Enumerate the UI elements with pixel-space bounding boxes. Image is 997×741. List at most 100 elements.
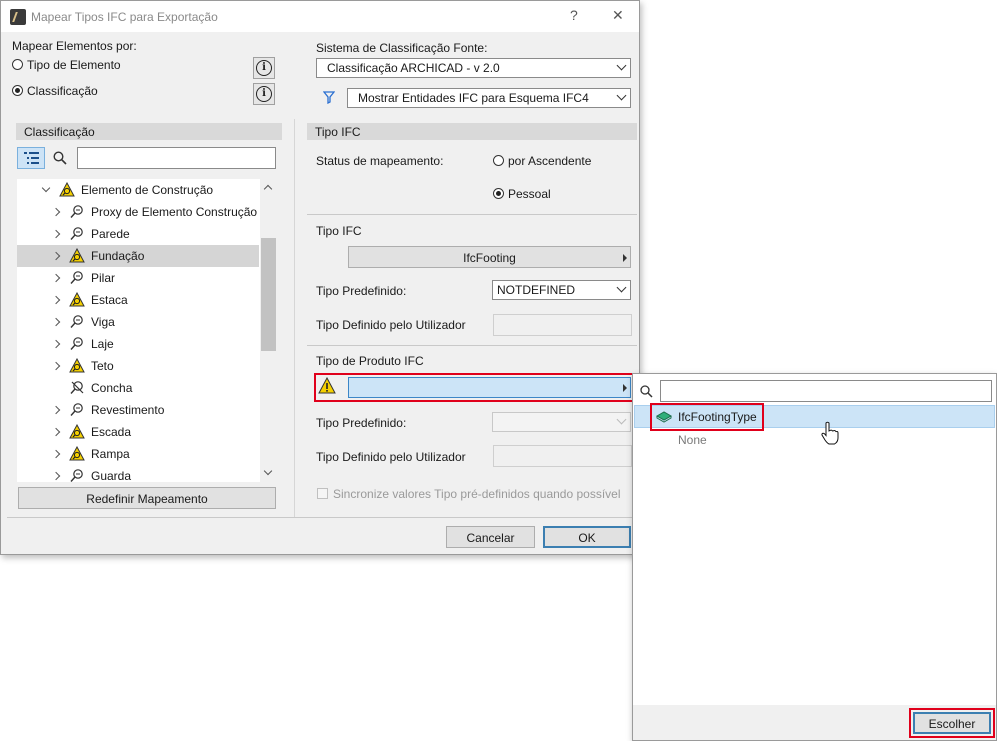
chevron-down-icon: [616, 414, 627, 425]
tree-item[interactable]: Estaca: [17, 289, 259, 311]
mapped-icon: [69, 226, 84, 241]
product-predefined-dropdown: [492, 412, 631, 432]
radio-element-type-label[interactable]: Tipo de Elemento: [27, 58, 121, 72]
predefined-type-label: Tipo Predefinido:: [316, 284, 407, 298]
classification-tree: Elemento de Construção Proxy de Elemento …: [17, 179, 260, 483]
tree-item-label: Rampa: [91, 447, 130, 461]
reset-mapping-button[interactable]: Redefinir Mapeamento: [18, 487, 276, 509]
cancel-button[interactable]: Cancelar: [446, 526, 535, 548]
radio-by-parent[interactable]: [493, 155, 504, 166]
caret-right-icon: [623, 254, 627, 262]
tree-item[interactable]: Laje: [17, 333, 259, 355]
unmapped-icon: [69, 380, 84, 395]
tree-item-label: Viga: [91, 315, 115, 329]
popup-item-label: IfcFootingType: [678, 410, 757, 424]
info-button-element-type[interactable]: i: [253, 57, 275, 79]
ifc-type-section-label: Tipo IFC: [316, 224, 362, 238]
user-defined-type-label: Tipo Definido pelo Utilizador: [316, 318, 466, 332]
mapped-icon: [69, 314, 84, 329]
schema-filter-value: Mostrar Entidades IFC para Esquema IFC4: [358, 91, 589, 105]
tree-item-label: Fundação: [91, 249, 145, 263]
chevron-down-icon[interactable]: [41, 183, 51, 193]
info-button-classification[interactable]: i: [253, 83, 275, 105]
predefined-type-dropdown[interactable]: NOTDEFINED: [492, 280, 631, 300]
mapped-icon: [69, 468, 84, 483]
chevron-right-icon[interactable]: [51, 471, 61, 481]
filter-icon: [323, 91, 335, 104]
help-button[interactable]: ?: [570, 7, 578, 23]
chevron-right-icon[interactable]: [51, 317, 61, 327]
tree-item[interactable]: Elemento de Construção: [17, 179, 259, 201]
info-icon: i: [256, 86, 272, 102]
source-system-label: Sistema de Classificação Fonte:: [316, 41, 488, 55]
sync-checkbox-label: Sincronize valores Tipo pré-definidos qu…: [333, 487, 621, 501]
tree-item[interactable]: Pilar: [17, 267, 259, 289]
tree-item-label: Estaca: [91, 293, 128, 307]
chevron-right-icon[interactable]: [51, 427, 61, 437]
radio-custom-label[interactable]: Pessoal: [508, 187, 551, 201]
warning-icon: [59, 181, 75, 197]
chevron-right-icon[interactable]: [51, 295, 61, 305]
tree-item[interactable]: Concha: [17, 377, 259, 399]
warning-icon: [69, 247, 85, 263]
radio-classification-label[interactable]: Classificação: [27, 84, 98, 98]
schema-filter-dropdown[interactable]: Mostrar Entidades IFC para Esquema IFC4: [347, 88, 631, 108]
choose-button[interactable]: Escolher: [913, 712, 991, 734]
chevron-right-icon[interactable]: [51, 449, 61, 459]
map-by-label: Mapear Elementos por:: [12, 39, 137, 53]
popup-item-none[interactable]: None: [678, 433, 707, 447]
tree-item[interactable]: Fundação: [17, 245, 259, 267]
user-defined-type-field: [493, 314, 632, 336]
tree-list-icon: [24, 152, 39, 164]
source-system-dropdown[interactable]: Classificação ARCHICAD - v 2.0: [316, 58, 631, 78]
ifc-product-type-popup: IfcFootingType None Escolher: [632, 373, 997, 741]
chevron-right-icon[interactable]: [51, 361, 61, 371]
chevron-right-icon[interactable]: [51, 251, 61, 261]
divider: [307, 345, 637, 346]
chevron-down-icon: [616, 282, 627, 293]
ifc-type-picker[interactable]: IfcFooting: [348, 246, 631, 268]
tree-item[interactable]: Revestimento: [17, 399, 259, 421]
scroll-down-icon[interactable]: [263, 466, 273, 476]
ifc-mapping-dialog: Mapear Tipos IFC para Exportação ? ✕ Map…: [0, 0, 640, 555]
mapped-icon: [69, 402, 84, 417]
warning-icon: [69, 291, 85, 307]
scroll-thumb[interactable]: [261, 238, 276, 351]
title-bar: Mapear Tipos IFC para Exportação ? ✕: [1, 1, 639, 32]
tree-item[interactable]: Viga: [17, 311, 259, 333]
chevron-right-icon[interactable]: [51, 229, 61, 239]
classification-search-input[interactable]: [77, 147, 276, 169]
chevron-right-icon[interactable]: [51, 207, 61, 217]
tree-item[interactable]: Guarda: [17, 465, 259, 487]
mapping-status-label: Status de mapeamento:: [316, 154, 444, 168]
product-user-defined-label: Tipo Definido pelo Utilizador: [316, 450, 466, 464]
info-icon: i: [256, 60, 272, 76]
tree-scrollbar[interactable]: [260, 179, 277, 482]
mapped-icon: [69, 336, 84, 351]
archicad-app-icon: [10, 9, 26, 25]
tree-item[interactable]: Proxy de Elemento Construção: [17, 201, 259, 223]
tree-item[interactable]: Escada: [17, 421, 259, 443]
radio-by-parent-label[interactable]: por Ascendente: [508, 154, 591, 168]
tree-item[interactable]: Parede: [17, 223, 259, 245]
ok-button[interactable]: OK: [543, 526, 631, 548]
warning-icon: [318, 377, 336, 394]
chevron-right-icon[interactable]: [51, 273, 61, 283]
tree-view-toggle[interactable]: [17, 147, 45, 169]
radio-classification[interactable]: [12, 85, 23, 96]
radio-element-type[interactable]: [12, 59, 23, 70]
close-icon[interactable]: ✕: [612, 7, 624, 24]
scroll-up-icon[interactable]: [263, 184, 273, 194]
chevron-right-icon[interactable]: [51, 339, 61, 349]
popup-search-input[interactable]: [660, 380, 992, 402]
ifc-type-header: Tipo IFC: [307, 123, 637, 140]
classification-header: Classificação: [16, 123, 282, 140]
tree-item[interactable]: Teto: [17, 355, 259, 377]
chevron-right-icon[interactable]: [51, 405, 61, 415]
warning-icon: [69, 445, 85, 461]
tree-item[interactable]: Rampa: [17, 443, 259, 465]
sync-checkbox[interactable]: [317, 488, 328, 499]
radio-custom[interactable]: [493, 188, 504, 199]
product-type-picker[interactable]: [348, 377, 631, 398]
ifc-type-icon: [655, 411, 673, 423]
